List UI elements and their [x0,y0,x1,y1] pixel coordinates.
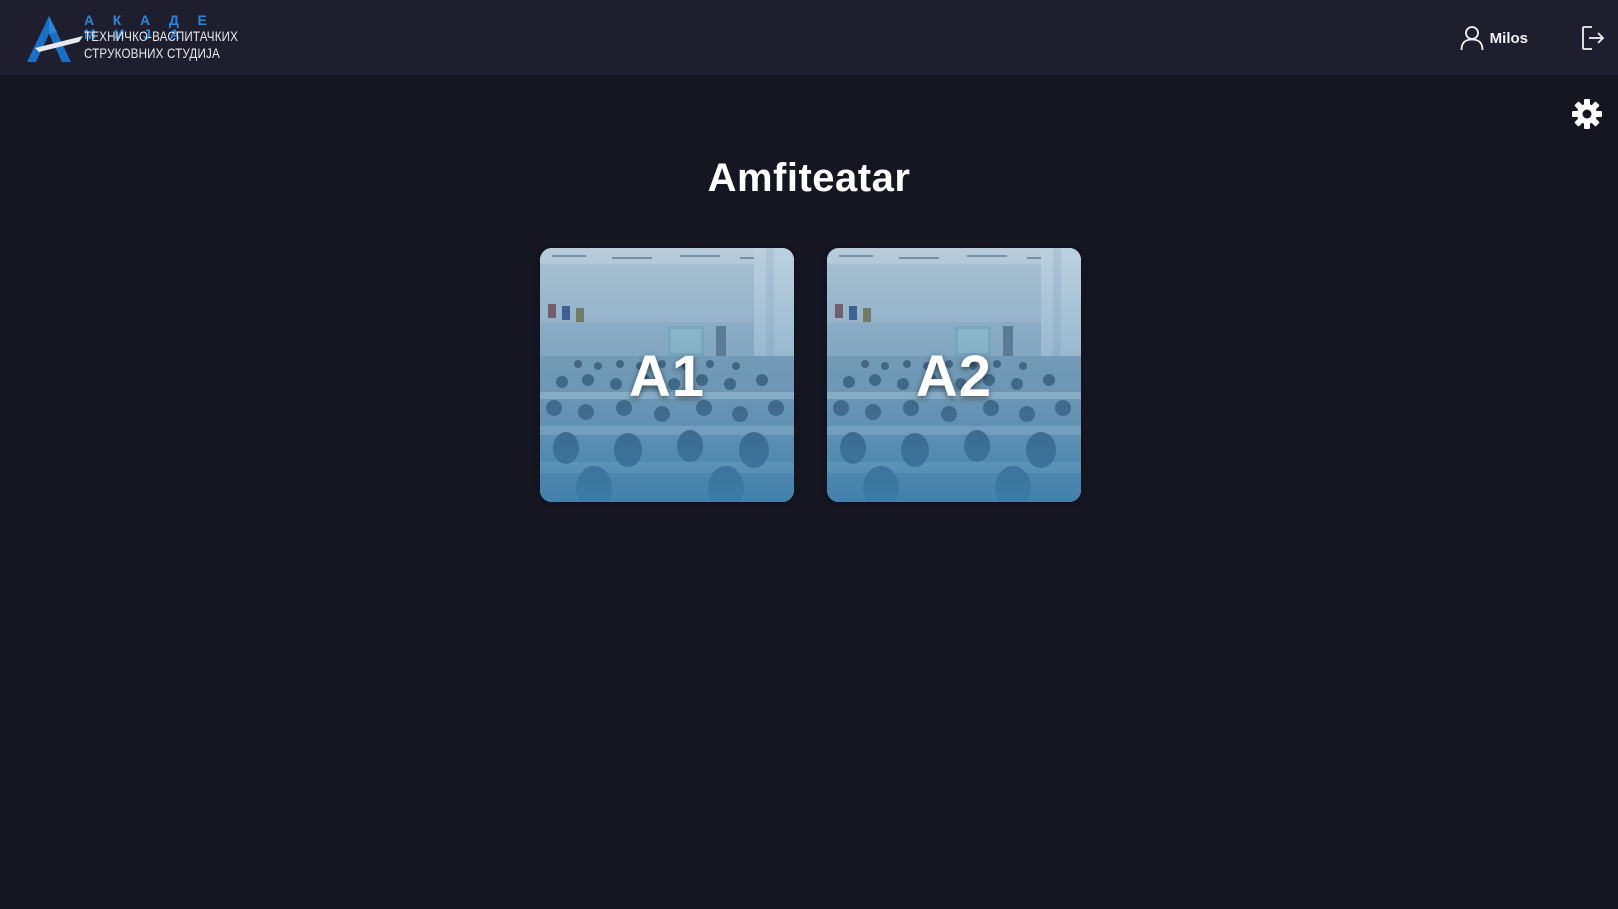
room-card-a2[interactable]: A2 [827,248,1081,502]
page-title: Amfiteatar [707,156,911,200]
gear-icon[interactable] [1571,98,1603,130]
logo-line-1: А К А Д Е М И Ј А [84,12,215,42]
logo-line-2: ТЕХНИЧКО-ВАСПИТАЧКИХ [84,28,239,44]
logo-line-3: СТРУКОВНИХ СТУДИЈА [84,45,220,61]
user-name: Milos [1489,29,1528,47]
academy-logo-text: А К А Д Е М И Ј А ТЕХНИЧКО-ВАСПИТАЧКИХ С… [84,12,239,63]
user-icon [1460,26,1484,51]
user-menu[interactable]: Milos [1460,24,1528,52]
top-navigation-bar: А К А Д Е М И Ј А ТЕХНИЧКО-ВАСПИТАЧКИХ С… [0,0,1618,75]
room-label-a2: A2 [915,344,993,409]
academy-logo-mark-icon [27,16,83,62]
room-card-a1[interactable]: A1 [540,248,794,502]
room-label-a1: A1 [628,344,706,409]
academy-logo[interactable]: А К А Д Е М И Ј А ТЕХНИЧКО-ВАСПИТАЧКИХ С… [27,12,239,64]
logout-icon[interactable] [1581,25,1605,51]
